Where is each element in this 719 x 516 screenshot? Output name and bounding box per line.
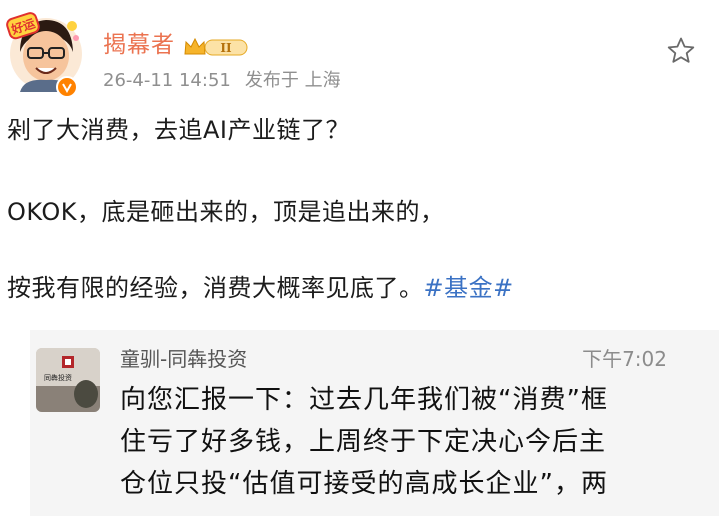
chat-message-line: 住亏了好多钱，上周终于下定决心今后主 [120,427,607,457]
post-text-line: OKOK，底是砸出来的，顶是追出来的， [7,198,445,226]
chat-sender-name: 童驯-同犇投资 [120,347,248,371]
post-text-line: 剁了大消费，去追AI产业链了？ [7,116,350,144]
weibo-post: 好运 揭幕者 II 26-4-11 14:51 发布于 上海 剁了大消费，去追AI… [0,0,719,516]
sender-avatar: 同犇投资 [36,348,100,412]
post-timestamp: 26-4-11 14:51 [103,70,231,91]
level-badge-label: II [220,41,232,55]
star-outline-icon [667,37,695,63]
verified-v-icon [56,76,78,98]
chat-message-line: 向您汇报一下：过去几年我们被“消费”框 [120,385,608,415]
post-text: 按我有限的经验，消费大概率见底了。 [7,274,424,302]
sender-avatar-text: 同犇投资 [44,373,72,382]
favorite-button[interactable] [666,36,696,66]
quoted-chat-image[interactable]: 同犇投资 童驯-同犇投资 下午7:02 向您汇报一下：过去几年我们被“消费”框 … [30,330,719,516]
hashtag-link[interactable]: #基金# [424,274,514,302]
chat-time: 下午7:02 [582,347,667,371]
post-meta: 26-4-11 14:51 发布于 上海 [103,68,341,94]
post-text-line: 按我有限的经验，消费大概率见底了。#基金# [7,272,514,304]
author-name[interactable]: 揭幕者 [103,30,175,60]
post-location: 发布于 上海 [244,70,341,91]
chat-message-line: 仓位只投“估值可接受的高成长企业”，两 [120,469,608,499]
crown-level-icon: II [183,36,249,58]
